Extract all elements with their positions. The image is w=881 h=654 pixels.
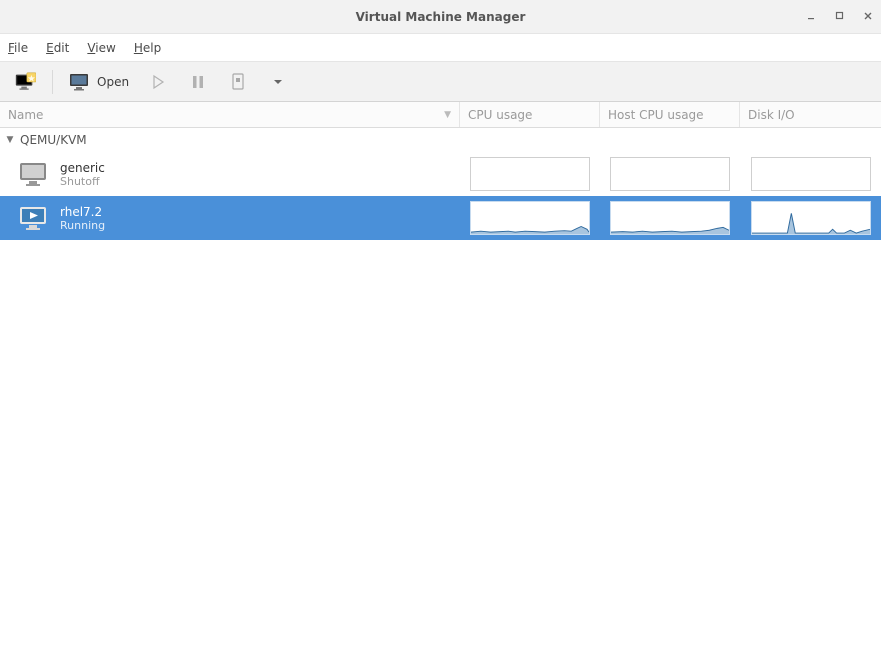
app-window: Virtual Machine Manager File Edit View H… (0, 0, 881, 654)
maximize-button[interactable] (835, 11, 845, 24)
open-label: Open (97, 75, 129, 89)
host-cpu-graph (610, 201, 730, 235)
menu-view[interactable]: View (85, 39, 117, 57)
toolbar-separator (52, 70, 53, 94)
cpu-graph-cell (460, 196, 600, 240)
toolbar: Open (0, 62, 881, 102)
vm-status: Running (60, 219, 105, 232)
open-button[interactable]: Open (63, 68, 135, 96)
chevron-down-icon (267, 73, 289, 91)
disk-graph (751, 201, 871, 235)
disk-graph (751, 157, 871, 191)
monitor-icon (69, 73, 91, 91)
column-header-cpu[interactable]: CPU usage (460, 102, 600, 127)
connection-name: QEMU/KVM (20, 133, 87, 147)
column-header-name[interactable]: Name ▼ (0, 102, 460, 127)
shutdown-button[interactable] (221, 68, 255, 96)
menu-file[interactable]: File (6, 39, 30, 57)
menu-edit[interactable]: Edit (44, 39, 71, 57)
host-cpu-graph-cell (600, 152, 740, 196)
disk-graph-cell (740, 152, 881, 196)
vm-name: rhel7.2 (60, 205, 105, 219)
cpu-graph (470, 201, 590, 235)
pause-icon (187, 73, 209, 91)
play-icon (147, 73, 169, 91)
pause-button[interactable] (181, 68, 215, 96)
connection-row[interactable]: ▼ QEMU/KVM (0, 128, 881, 152)
shutdown-icon (227, 73, 249, 91)
vm-name: generic (60, 161, 105, 175)
cpu-graph (470, 157, 590, 191)
menu-help[interactable]: Help (132, 39, 163, 57)
monitor-new-icon (14, 73, 36, 91)
column-header-disk[interactable]: Disk I/O (740, 102, 881, 127)
menubar: File Edit View Help (0, 34, 881, 62)
titlebar: Virtual Machine Manager (0, 0, 881, 34)
cpu-graph-cell (460, 152, 600, 196)
window-title: Virtual Machine Manager (356, 10, 526, 24)
vm-row[interactable]: rhel7.2 Running (0, 196, 881, 240)
new-vm-button[interactable] (8, 68, 42, 96)
minimize-button[interactable] (807, 11, 817, 24)
host-cpu-graph (610, 157, 730, 191)
vm-name-cell: generic Shutoff (0, 152, 460, 196)
sort-indicator-icon: ▼ (444, 110, 451, 120)
vm-row[interactable]: generic Shutoff (0, 152, 881, 196)
vm-status: Shutoff (60, 175, 105, 188)
window-controls (807, 0, 873, 34)
shutdown-menu-button[interactable] (261, 68, 295, 96)
disclosure-triangle-icon[interactable]: ▼ (4, 135, 16, 145)
vm-running-icon (18, 204, 50, 232)
vm-list[interactable]: ▼ QEMU/KVM generic Shutoff (0, 128, 881, 654)
column-headers: Name ▼ CPU usage Host CPU usage Disk I/O (0, 102, 881, 128)
vm-shutoff-icon (18, 160, 50, 188)
vm-name-cell: rhel7.2 Running (0, 196, 460, 240)
host-cpu-graph-cell (600, 196, 740, 240)
disk-graph-cell (740, 196, 881, 240)
close-button[interactable] (863, 11, 873, 24)
column-header-host[interactable]: Host CPU usage (600, 102, 740, 127)
run-button[interactable] (141, 68, 175, 96)
